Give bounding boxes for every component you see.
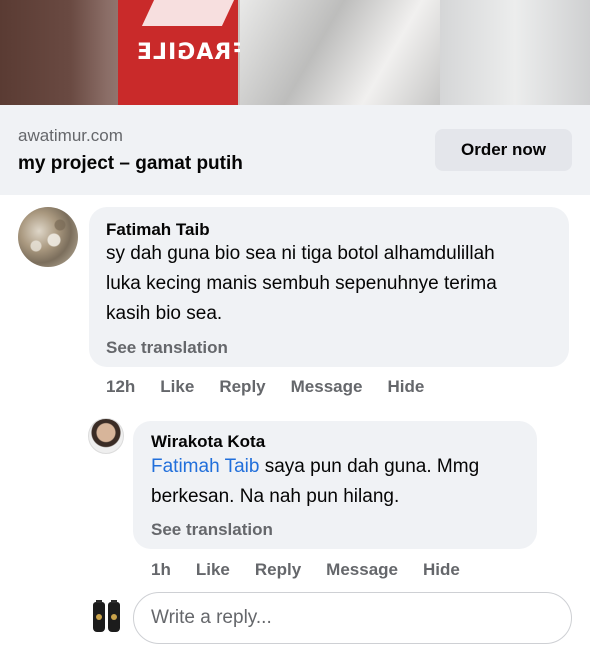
- wrapped-package-2: [440, 0, 590, 105]
- see-translation-link[interactable]: See translation: [151, 520, 273, 540]
- avatar[interactable]: [18, 207, 78, 267]
- like-button[interactable]: Like: [196, 560, 230, 580]
- order-now-button[interactable]: Order now: [435, 129, 572, 171]
- comment-author[interactable]: Wirakota Kota: [151, 432, 265, 452]
- reply-button[interactable]: Reply: [255, 560, 301, 580]
- message-button[interactable]: Message: [291, 377, 363, 397]
- fragile-label: FRAGILE: [136, 40, 248, 65]
- like-button[interactable]: Like: [160, 377, 194, 397]
- comment-line: sy dah guna bio sea ni tiga botol alhamd…: [106, 243, 495, 264]
- reply-button[interactable]: Reply: [219, 377, 265, 397]
- wrapped-package: [240, 0, 440, 105]
- comment-line: kasih bio sea.: [106, 303, 223, 324]
- message-button[interactable]: Message: [326, 560, 398, 580]
- comment-text: Fatimah Taib saya pun dah guna. Mmg berk…: [151, 452, 479, 512]
- link-title[interactable]: my project – gamat putih: [18, 153, 243, 175]
- avatar[interactable]: [88, 418, 124, 454]
- see-translation-link[interactable]: See translation: [106, 338, 228, 358]
- comment-actions: 1h Like Reply Message Hide: [151, 560, 460, 580]
- comment-text: sy dah guna bio sea ni tiga botol alhamd…: [106, 239, 497, 329]
- comment-line: Fatimah Taib saya pun dah guna. Mmg: [151, 452, 479, 482]
- comment-actions: 12h Like Reply Message Hide: [106, 377, 424, 397]
- bottle-icon: [107, 600, 120, 632]
- hide-button[interactable]: Hide: [423, 560, 460, 580]
- fragile-box: FRAGILE: [118, 0, 247, 105]
- link-domain: awatimur.com: [18, 126, 123, 145]
- comment-time[interactable]: 1h: [151, 560, 171, 580]
- comment-line: luka kecing manis sembuh sepenuhnye teri…: [106, 273, 497, 294]
- post-image[interactable]: FRAGILE: [0, 0, 590, 105]
- comment-time[interactable]: 12h: [106, 377, 135, 397]
- comment-author[interactable]: Fatimah Taib: [106, 220, 210, 240]
- avatar[interactable]: [89, 600, 123, 634]
- box-stripe: [141, 0, 235, 26]
- comment-line: berkesan. Na nah pun hilang.: [151, 486, 400, 507]
- bottle-icon: [92, 600, 105, 632]
- write-reply-input[interactable]: [133, 592, 572, 644]
- hide-button[interactable]: Hide: [387, 377, 424, 397]
- comment-line-rest: saya pun dah guna. Mmg: [259, 456, 480, 477]
- mention-link[interactable]: Fatimah Taib: [151, 456, 259, 477]
